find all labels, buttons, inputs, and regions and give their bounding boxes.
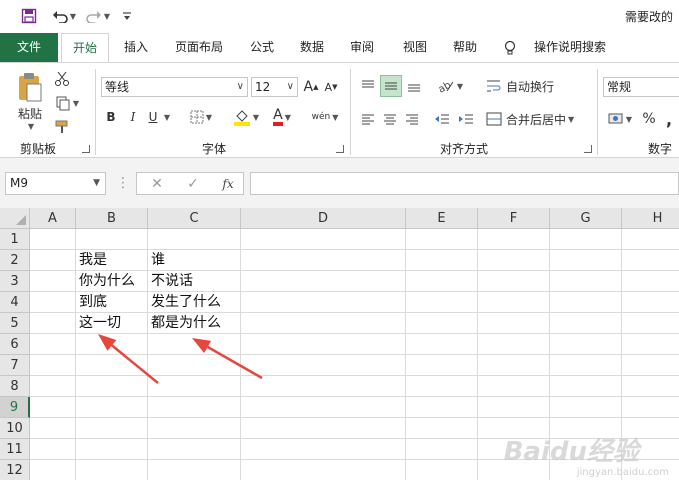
insert-function-button[interactable]: fx [217,174,239,194]
quick-access-toolbar: ▼ ▼ 需要改的 [0,0,679,33]
annotation-arrow-b [98,334,159,384]
lightbulb-icon[interactable] [503,33,517,62]
underline-dropdown-icon[interactable]: ▼ [160,107,172,127]
tab-file[interactable]: 文件 [0,33,58,62]
wrap-text-icon [487,80,501,92]
formula-input[interactable] [250,172,679,195]
shrink-font-button[interactable]: A ▼ [322,77,340,97]
underline-button[interactable]: U [146,107,160,127]
bold-button[interactable]: B [102,107,120,127]
align-top-icon[interactable] [358,75,378,97]
align-center-icon[interactable] [380,109,400,129]
italic-button[interactable]: I [124,107,142,127]
ribbon: 粘贴 ▼ ▼ 剪贴板 等线 ∨ 12 ∨ A ▲ A ▼ B I U ▼ ▼ ▼ A… [0,62,679,158]
number-format-select[interactable]: 常规 [603,77,679,97]
align-bottom-icon[interactable] [404,75,424,97]
chevron-down-icon: ▼ [93,178,100,188]
font-size-select[interactable]: 12 ∨ [251,77,298,97]
orientation-icon[interactable]: ab ▼ [432,75,468,97]
copy-icon[interactable]: ▼ [52,93,82,113]
group-divider [350,69,351,155]
alignment-group-label: 对齐方式 [440,142,489,156]
tab-formulas[interactable]: 公式 [244,33,280,62]
name-box-value: M9 [10,176,28,190]
customize-qat-icon[interactable] [118,6,136,26]
merge-center-icon [486,112,502,126]
comma-style-button[interactable]: , [662,109,676,129]
percent-style-button[interactable]: % [640,109,658,129]
save-icon[interactable] [18,6,40,26]
formula-bar: M9 ▼ ⋮ ✕ ✓ fx [0,158,679,208]
tab-insert[interactable]: 插入 [118,33,154,62]
tab-view[interactable]: 视图 [397,33,433,62]
tab-page-layout[interactable]: 页面布局 [168,33,230,62]
watermark-url: jingyan.baidu.com [576,467,669,478]
redo-icon[interactable]: ▼ [84,6,112,26]
number-format-value: 常规 [607,80,632,94]
number-group-label: 数字 [648,142,673,156]
paste-icon[interactable] [14,71,46,103]
chevron-down-icon: ∨ [236,81,244,92]
paste-dropdown-icon[interactable]: ▼ [22,121,38,131]
font-name-select[interactable]: 等线 ∨ [101,77,248,97]
alignment-dialog-launcher-icon[interactable] [584,145,592,153]
font-dialog-launcher-icon[interactable] [336,145,344,153]
align-right-icon[interactable] [402,109,422,129]
clipboard-group-label: 剪贴板 [20,142,57,156]
ribbon-tabs: 文件 开始 插入 页面布局 公式 数据 审阅 视图 帮助 操作说明搜索 [0,33,679,62]
clipboard-dialog-launcher-icon[interactable] [82,145,90,153]
formula-buttons: ✕ ✓ fx [136,172,244,195]
font-group-label: 字体 [202,142,227,156]
wrap-text-button[interactable]: 自动换行 [486,75,566,97]
spreadsheet-grid: A B C D E F G H 1 2 我是谁 3 你为什么 不说话 4 到底 发生了什么 5 这一切 都是为什么 6 7… [0,208,679,480]
decrease-indent-icon[interactable] [432,109,452,129]
merge-center-button[interactable]: 合并后居中 ▼ [486,109,580,129]
group-divider [597,69,598,155]
format-painter-icon[interactable] [52,117,72,137]
tab-data[interactable]: 数据 [294,33,330,62]
align-middle-icon[interactable] [380,75,402,97]
annotation-arrow-c [192,338,263,380]
group-divider [95,69,96,155]
tell-me-search[interactable]: 操作说明搜索 [530,33,610,62]
resize-handle-icon[interactable]: ⋮ [116,175,130,191]
window-title: 需要改的 [624,10,673,24]
grow-font-button[interactable]: A ▲ [302,77,320,97]
font-size-value: 12 [255,80,271,94]
increase-indent-icon[interactable] [456,109,476,129]
borders-button[interactable]: ▼ [186,107,216,127]
tab-review[interactable]: 审阅 [344,33,380,62]
font-name-value: 等线 [105,80,130,94]
tab-help[interactable]: 帮助 [447,33,483,62]
enter-icon[interactable]: ✓ [183,174,203,194]
font-color-button[interactable]: A ▼ [266,107,298,127]
fill-color-button[interactable]: ▼ [230,107,262,127]
name-box[interactable]: M9 ▼ [5,172,106,195]
undo-icon[interactable]: ▼ [50,6,78,26]
cancel-icon[interactable]: ✕ [147,174,167,194]
align-left-icon[interactable] [358,109,378,129]
chevron-down-icon: ∨ [286,81,294,92]
phonetic-guide-button[interactable]: wén ▼ [308,107,342,127]
accounting-format-icon[interactable]: ▼ [604,109,636,129]
paste-button[interactable]: 粘贴 [12,105,48,121]
cut-icon[interactable] [52,69,72,89]
tab-home[interactable]: 开始 [61,33,109,62]
watermark: Baidu经验 [503,437,639,467]
